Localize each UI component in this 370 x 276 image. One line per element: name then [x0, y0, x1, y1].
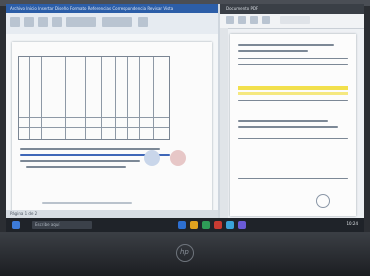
- start-icon[interactable]: [12, 221, 20, 229]
- logo: [144, 150, 160, 166]
- paste-icon[interactable]: [10, 17, 20, 27]
- word-processor-window: Archivo Inicio Insertar Diseño Formato R…: [6, 4, 218, 218]
- table-rule: [238, 178, 348, 179]
- table-rule: [238, 138, 348, 139]
- text-line: [238, 44, 334, 46]
- ribbon-toolbar: [6, 13, 218, 34]
- text-line: [238, 126, 338, 128]
- folder-icon[interactable]: [190, 221, 198, 229]
- search-box[interactable]: Escribe aquí: [32, 221, 92, 229]
- font-icon[interactable]: [24, 17, 34, 27]
- styles-gallery[interactable]: [66, 17, 96, 27]
- pdf-app-icon[interactable]: [214, 221, 222, 229]
- ribbon-menu[interactable]: Archivo Inicio Insertar Diseño Formato R…: [10, 6, 173, 11]
- document-table: [18, 56, 170, 140]
- pdf-tab[interactable]: Documento PDF: [226, 6, 258, 11]
- pdf-viewer-window: Documento PDF: [220, 4, 364, 218]
- pdf-toolbar: [220, 14, 364, 29]
- text-line: [20, 148, 160, 150]
- highlighted-row: [238, 86, 348, 90]
- search-placeholder: Escribe aquí: [35, 222, 60, 227]
- taskbar: Escribe aquí 10:24: [6, 218, 364, 232]
- home-icon[interactable]: [226, 16, 234, 24]
- styles-gallery-2[interactable]: [102, 17, 132, 27]
- teams-icon[interactable]: [238, 221, 246, 229]
- laptop-screen: Archivo Inicio Insertar Diseño Formato R…: [6, 4, 364, 232]
- text-line: [26, 166, 126, 168]
- pdf-page: [230, 34, 356, 216]
- bold-icon[interactable]: [38, 17, 48, 27]
- hp-logo: hp: [176, 244, 194, 262]
- table-rule: [238, 100, 348, 101]
- word-app-icon[interactable]: [178, 221, 186, 229]
- status-text: Página 1 de 2: [10, 211, 38, 216]
- clock[interactable]: 10:24: [346, 221, 358, 226]
- search-icon[interactable]: [262, 16, 270, 24]
- table-rule: [238, 58, 348, 59]
- ribbon: Archivo Inicio Insertar Diseño Formato R…: [6, 4, 218, 34]
- document-page: [12, 42, 212, 218]
- browser-icon[interactable]: [226, 221, 234, 229]
- thumbnail-strip[interactable]: [220, 28, 228, 218]
- find-icon[interactable]: [138, 17, 148, 27]
- stamp-logo: [316, 194, 330, 208]
- print-icon[interactable]: [250, 16, 258, 24]
- text-line: [238, 50, 308, 52]
- document-area: [6, 34, 218, 218]
- save-icon[interactable]: [238, 16, 246, 24]
- page-number-field[interactable]: [280, 16, 310, 24]
- highlighted-row: [238, 92, 348, 95]
- footer-line: [42, 202, 132, 204]
- table-rule: [238, 64, 348, 65]
- text-line: [238, 120, 328, 122]
- pdf-title-bar: Documento PDF: [220, 4, 364, 14]
- excel-app-icon[interactable]: [202, 221, 210, 229]
- align-icon[interactable]: [52, 17, 62, 27]
- status-bar: Página 1 de 2: [6, 210, 218, 218]
- logo: [170, 150, 186, 166]
- photo-frame: Archivo Inicio Insertar Diseño Formato R…: [0, 0, 370, 276]
- text-line: [20, 160, 140, 162]
